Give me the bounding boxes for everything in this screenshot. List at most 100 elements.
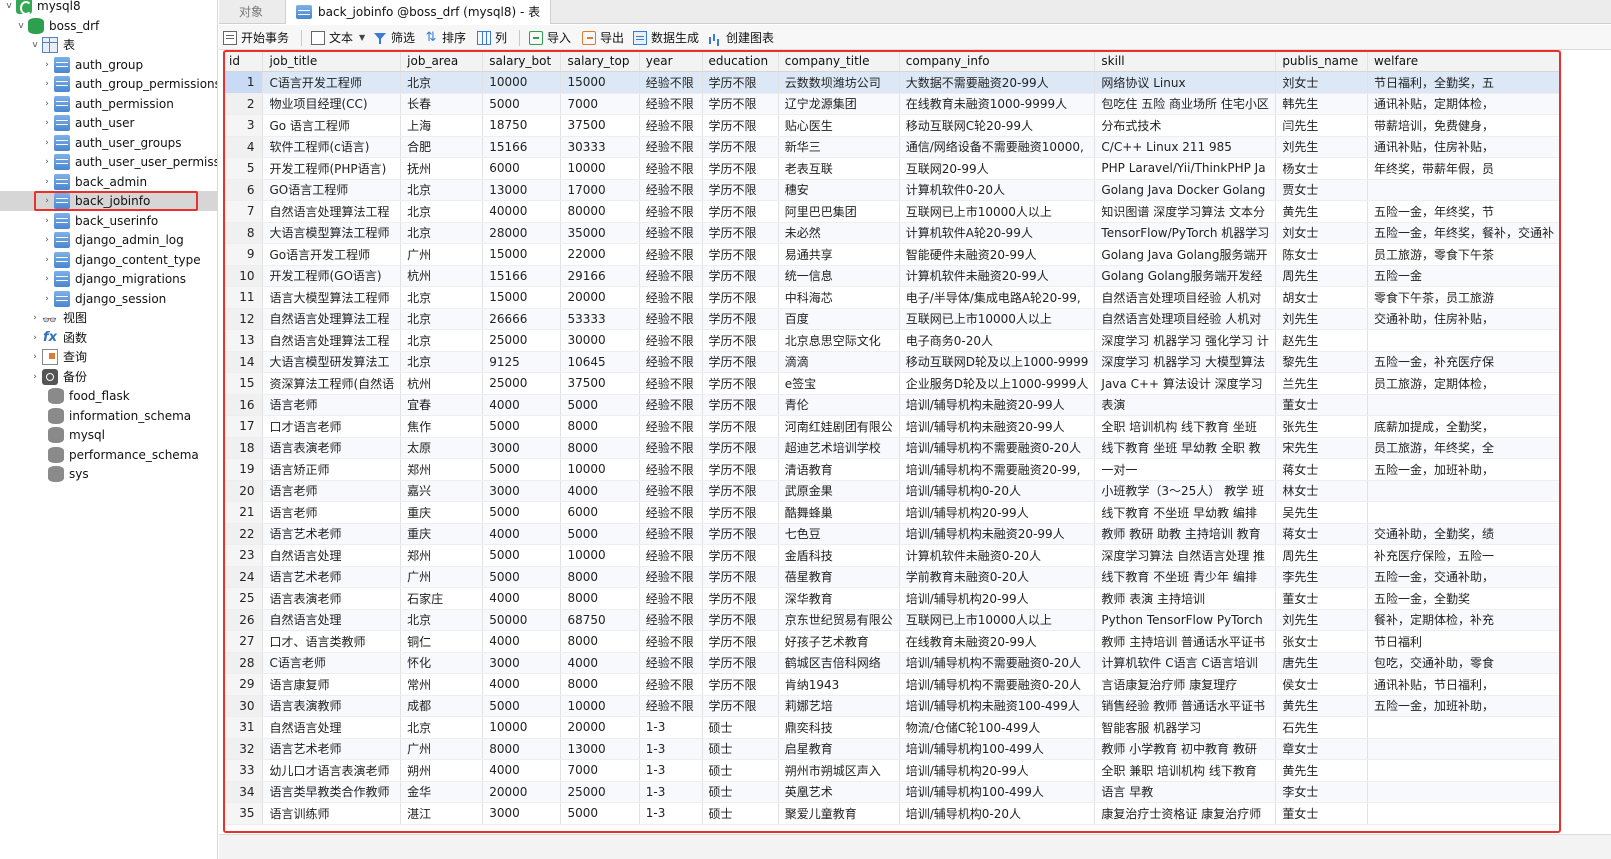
tree-database-food-flask[interactable]: food_flask (0, 386, 217, 406)
cell-education[interactable]: 学历不限 (702, 329, 779, 352)
cell-salary-bot[interactable]: 15000 (482, 286, 562, 309)
table-row[interactable]: 14 大语言模型研发算法工 北京 9125 10645 经验不限 学历不限 滴滴 移动互联网D轮… (223, 351, 1561, 373)
table-row[interactable]: 32 语言艺术老师 广州 8000 13000 1-3 硕士 启星教育 培训/辅导机构100-4… (223, 738, 1561, 760)
cell-company-info[interactable]: 计算机软件A轮20-99人 (899, 222, 1096, 244)
cell-job-area[interactable]: 北京 (400, 179, 484, 201)
chevron-right-icon[interactable]: › (40, 230, 54, 250)
cell-salary-bot[interactable]: 3000 (482, 802, 562, 825)
tree-table-back-admin[interactable]: › back_admin (0, 172, 217, 192)
column-header-publis-name[interactable]: publis_name (1275, 50, 1368, 72)
cell-company-info[interactable]: 移动互联网D轮及以上1000-9999 (899, 351, 1096, 373)
tree-database-performance-schema[interactable]: performance_schema (0, 445, 217, 465)
cell-education[interactable]: 学历不限 (702, 351, 779, 373)
cell-id[interactable]: 5 (223, 157, 264, 180)
cell-company-info[interactable]: 培训/辅导机构20-99人 (899, 501, 1096, 524)
cell-salary-bot[interactable]: 4000 (482, 587, 562, 610)
cell-publis-name[interactable]: 李女士 (1275, 781, 1368, 803)
cell-job-title[interactable]: 幼儿口才语言表演老师 (262, 759, 402, 782)
cell-publis-name[interactable]: 唐先生 (1275, 652, 1368, 674)
cell-job-title[interactable]: 自然语言处理 (262, 716, 402, 739)
cell-skill[interactable]: 语言 早教 (1094, 781, 1277, 803)
cell-id[interactable]: 19 (223, 458, 264, 481)
chevron-right-icon[interactable]: › (40, 152, 54, 172)
cell-welfare[interactable] (1367, 781, 1561, 803)
cell-company-title[interactable]: 深华教育 (778, 587, 900, 610)
chevron-right-icon[interactable]: › (28, 328, 42, 348)
cell-company-info[interactable]: 培训/辅导机构未融资20-99人 (899, 394, 1096, 416)
cell-company-title[interactable]: 鹤城区吉倍科网络 (778, 652, 900, 674)
cell-job-area[interactable]: 重庆 (400, 501, 484, 524)
cell-job-area[interactable]: 北京 (400, 609, 484, 631)
cell-welfare[interactable]: 五险一金，加班补助， (1367, 695, 1561, 717)
cell-education[interactable]: 学历不限 (702, 566, 779, 588)
cell-salary-top[interactable]: 20000 (560, 286, 640, 309)
cell-skill[interactable]: 小班教学（3～25人） 教学 班 (1094, 480, 1277, 502)
cell-job-title[interactable]: 语言大模型算法工程师 (262, 286, 402, 309)
tree-database[interactable]: v boss_drf (0, 16, 217, 36)
column-header-year[interactable]: year (639, 50, 703, 72)
cell-year[interactable]: 经验不限 (639, 243, 703, 266)
cell-salary-bot[interactable]: 4000 (482, 759, 562, 782)
cell-education[interactable]: 学历不限 (702, 265, 779, 287)
cell-salary-bot[interactable]: 50000 (482, 609, 562, 631)
tree-node-functions[interactable]: › fx 函数 (0, 328, 217, 348)
cell-salary-top[interactable]: 8000 (560, 437, 640, 459)
cell-salary-top[interactable]: 30000 (560, 329, 640, 352)
cell-year[interactable]: 经验不限 (639, 286, 703, 309)
cell-salary-bot[interactable]: 10000 (482, 71, 562, 94)
cell-job-title[interactable]: 语言表演老师 (262, 437, 402, 459)
cell-year[interactable]: 经验不限 (639, 308, 703, 330)
cell-company-title[interactable]: 蓓星教育 (778, 566, 900, 588)
tree-table-django-migrations[interactable]: › django_migrations (0, 269, 217, 289)
cell-salary-top[interactable]: 8000 (560, 587, 640, 610)
cell-skill[interactable]: 分布式技术 (1094, 114, 1277, 137)
cell-company-info[interactable]: 培训/辅导机构未融资20-99人 (899, 523, 1096, 545)
cell-company-info[interactable]: 电子/半导体/集成电路A轮20-99, (899, 286, 1096, 309)
cell-education[interactable]: 学历不限 (702, 394, 779, 416)
cell-id[interactable]: 20 (223, 480, 264, 502)
table-row[interactable]: 24 语言艺术老师 广州 5000 8000 经验不限 学历不限 蓓星教育 学前教育未融资0-2… (223, 566, 1561, 588)
cell-job-title[interactable]: 口才语言老师 (262, 415, 402, 438)
cell-education[interactable]: 硕士 (702, 738, 779, 760)
cell-job-area[interactable]: 合肥 (400, 136, 484, 158)
cell-salary-top[interactable]: 68750 (560, 609, 640, 631)
cell-company-title[interactable]: 滴滴 (778, 351, 900, 373)
cell-id[interactable]: 23 (223, 544, 264, 567)
cell-salary-bot[interactable]: 28000 (482, 222, 562, 244)
cell-salary-top[interactable]: 17000 (560, 179, 640, 201)
cell-education[interactable]: 学历不限 (702, 523, 779, 545)
cell-company-title[interactable]: 中科海芯 (778, 286, 900, 309)
tree-table-django-session[interactable]: › django_session (0, 289, 217, 309)
cell-publis-name[interactable]: 黄先生 (1275, 759, 1368, 782)
cell-salary-top[interactable]: 15000 (560, 71, 640, 94)
tree-table-auth-group-permissions[interactable]: › auth_group_permissions (0, 74, 217, 94)
cell-welfare[interactable]: 通讯补贴，定期体检， (1367, 93, 1561, 115)
table-row[interactable]: 20 语言老师 嘉兴 3000 4000 经验不限 学历不限 武原金果 培训/辅导机构0-20人… (223, 480, 1561, 502)
cell-company-info[interactable]: 大数据不需要融资20-99人 (899, 71, 1096, 94)
cell-year[interactable]: 经验不限 (639, 200, 703, 223)
cell-publis-name[interactable]: 宋先生 (1275, 437, 1368, 459)
cell-id[interactable]: 25 (223, 587, 264, 610)
cell-salary-bot[interactable]: 9125 (482, 351, 562, 373)
cell-salary-top[interactable]: 10000 (560, 544, 640, 567)
cell-job-title[interactable]: 语言老师 (262, 480, 402, 502)
cell-company-title[interactable]: 易通共享 (778, 243, 900, 266)
cell-company-info[interactable]: 培训/辅导机构100-499人 (899, 781, 1096, 803)
cell-job-area[interactable]: 广州 (400, 566, 484, 588)
cell-education[interactable]: 学历不限 (702, 93, 779, 115)
cell-company-info[interactable]: 培训/辅导机构不需要融资0-20人 (899, 673, 1096, 696)
cell-id[interactable]: 7 (223, 200, 264, 223)
table-row[interactable]: 29 语言康复师 常州 4000 8000 经验不限 学历不限 肯纳1943 培训/辅导机构不需… (223, 673, 1561, 696)
cell-welfare[interactable] (1367, 179, 1561, 201)
cell-education[interactable]: 硕士 (702, 802, 779, 825)
cell-company-title[interactable]: 贴心医生 (778, 114, 900, 137)
cell-year[interactable]: 经验不限 (639, 372, 703, 395)
cell-job-title[interactable]: 物业项目经理(CC) (262, 93, 402, 115)
cell-salary-bot[interactable]: 5000 (482, 695, 562, 717)
cell-education[interactable]: 学历不限 (702, 286, 779, 309)
tree-table-back-jobinfo[interactable]: › back_jobinfo (0, 191, 217, 211)
cell-publis-name[interactable]: 贾女士 (1275, 179, 1368, 201)
cell-welfare[interactable]: 底薪加提成，全勤奖， (1367, 415, 1561, 438)
table-row[interactable]: 6 GO语言工程师 北京 13000 17000 经验不限 学历不限 穗安 计算机软件0-20人… (223, 179, 1561, 201)
column-header-salary-top[interactable]: salary_top (560, 50, 640, 72)
